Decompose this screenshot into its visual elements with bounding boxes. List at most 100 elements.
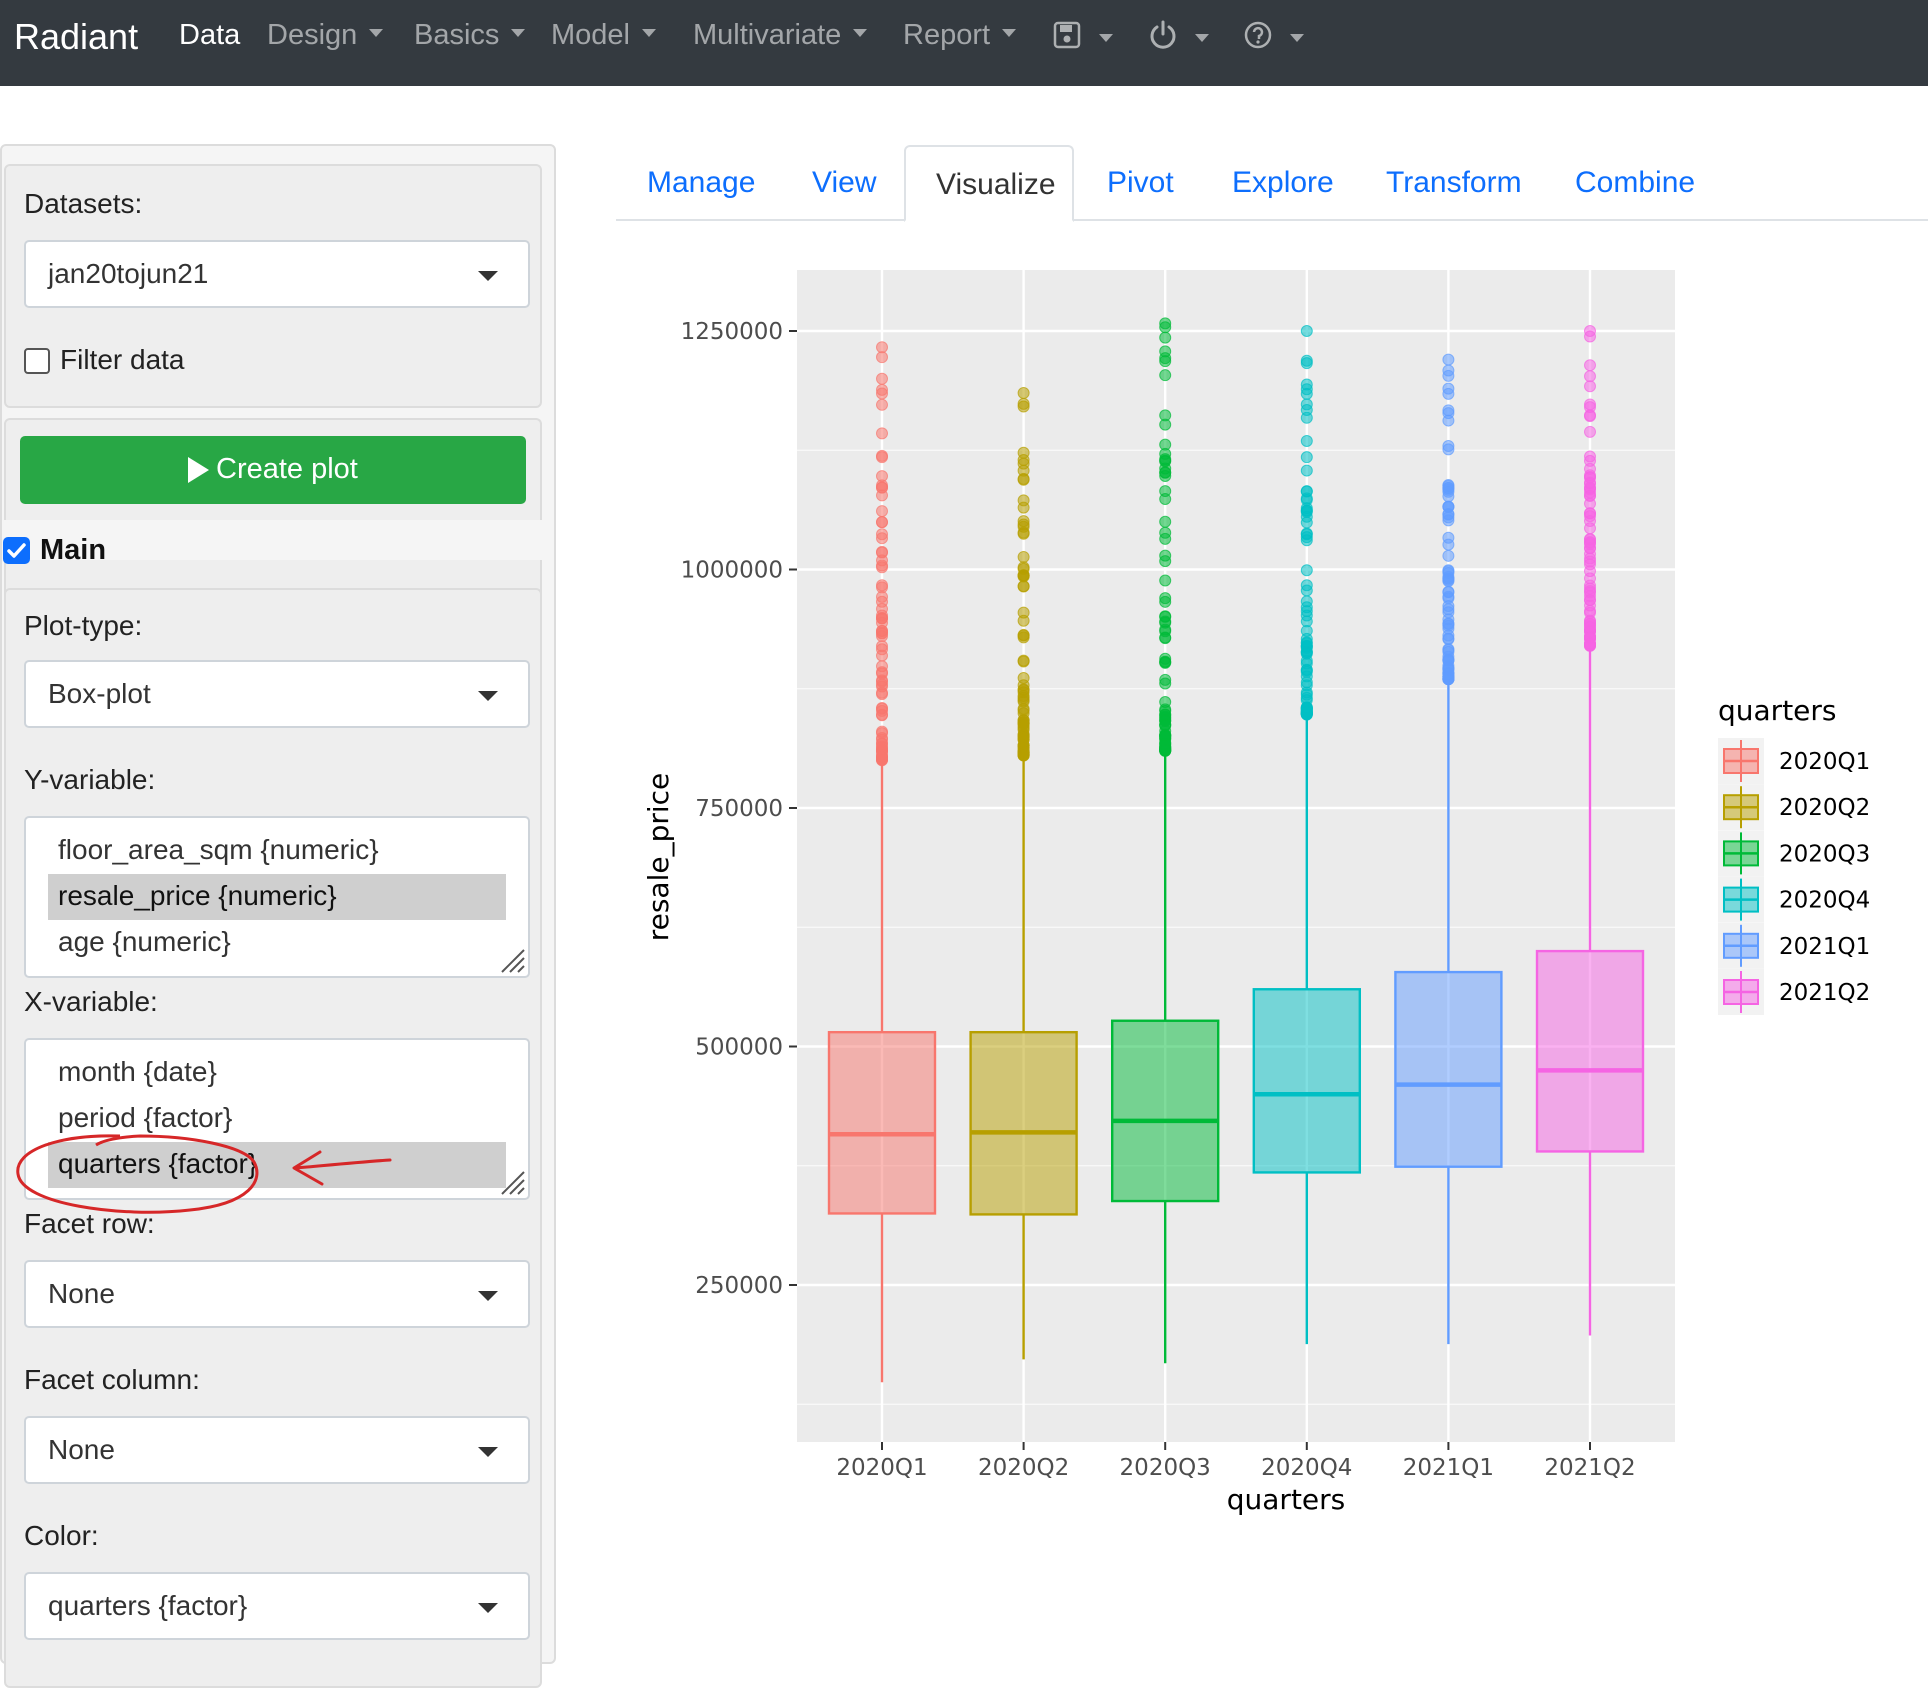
- outlier-point: [1017, 614, 1030, 627]
- outlier-max: [1017, 387, 1030, 400]
- y-tick-label: 1250000: [681, 319, 783, 345]
- outlier-point: [876, 626, 888, 639]
- outlier-point: [1017, 397, 1030, 410]
- outlier-point: [1442, 670, 1455, 683]
- outlier-point: [1159, 466, 1172, 479]
- boxplot-chart: 250000 500000 750000 1000000 1250000 2020Q1 20…: [642, 270, 1870, 1516]
- outlier-point: [1159, 485, 1172, 498]
- outlier-point: [876, 505, 888, 518]
- outlier-max: [876, 341, 888, 354]
- outlier-point: [876, 752, 888, 765]
- outlier-point: [1300, 451, 1313, 464]
- outlier-point: [1584, 637, 1596, 650]
- outlier-point: [876, 609, 888, 622]
- outlier-point: [1159, 331, 1172, 344]
- y-tick-label: 250000: [695, 1273, 783, 1299]
- outlier-point: [1159, 656, 1172, 669]
- outlier-point: [876, 479, 888, 492]
- outlier-point: [1300, 647, 1313, 660]
- outlier-point: [1300, 579, 1313, 592]
- box-2021Q2: [1535, 949, 1645, 1153]
- outlier-point: [876, 449, 888, 462]
- legend-label: 2020Q4: [1779, 888, 1870, 914]
- outlier-point: [1442, 622, 1455, 635]
- outlier-point: [1300, 516, 1313, 529]
- box-2020Q1: [827, 1030, 937, 1215]
- outlier-point: [1300, 707, 1313, 720]
- legend-label: 2020Q2: [1779, 795, 1870, 821]
- outlier-point: [1017, 464, 1030, 477]
- outlier-point: [1017, 731, 1030, 744]
- outlier-point: [1159, 515, 1172, 528]
- y-tick-label: 1000000: [681, 558, 783, 584]
- outlier-point: [1159, 352, 1172, 365]
- outlier-point: [1442, 633, 1455, 646]
- outlier-point: [1300, 676, 1313, 689]
- outlier-point: [1017, 494, 1030, 507]
- x-tick-label: 2020Q4: [1261, 1455, 1352, 1481]
- outlier-point: [1300, 387, 1313, 400]
- outlier-point: [1584, 380, 1596, 393]
- outlier-point: [1017, 693, 1030, 706]
- outlier-point: [876, 398, 888, 411]
- outlier-point: [1584, 522, 1596, 535]
- outlier-point: [1584, 410, 1596, 423]
- outlier-point: [1300, 527, 1313, 540]
- outlier-point: [1159, 623, 1172, 636]
- outlier-point: [1442, 538, 1455, 551]
- outlier-point: [1584, 558, 1596, 571]
- outlier-point: [1584, 538, 1596, 551]
- outlier-point: [1442, 603, 1455, 616]
- y-tick-label: 750000: [695, 796, 783, 822]
- outlier-point: [1442, 508, 1455, 521]
- outlier-point: [1442, 549, 1455, 562]
- outlier-point: [1442, 650, 1455, 663]
- outlier-point: [1300, 357, 1313, 370]
- outlier-point: [1584, 584, 1596, 597]
- outlier-point: [876, 372, 888, 385]
- outlier-point: [1300, 398, 1313, 411]
- outlier-max: [1159, 317, 1172, 330]
- outlier-point: [1159, 744, 1172, 757]
- outlier-point: [1017, 446, 1030, 459]
- outlier-point: [1584, 476, 1596, 489]
- legend-title: quarters: [1718, 694, 1837, 727]
- box-2020Q3: [1110, 1019, 1220, 1203]
- outlier-point: [876, 649, 888, 662]
- outlier-point: [876, 702, 888, 715]
- x-tick-label: 2020Q3: [1120, 1455, 1211, 1481]
- outlier-point: [1442, 382, 1455, 395]
- outlier-point: [1159, 555, 1172, 568]
- box-2020Q4: [1252, 988, 1362, 1174]
- outlier-point: [1017, 631, 1030, 644]
- outlier-point: [1442, 439, 1455, 452]
- outlier-point: [1159, 695, 1172, 708]
- outlier-point: [1159, 592, 1172, 605]
- box-2021Q1: [1394, 970, 1503, 1168]
- outlier-point: [1584, 497, 1596, 510]
- outlier-point: [876, 686, 888, 699]
- x-tick-label: 2020Q2: [978, 1455, 1069, 1481]
- outlier-point: [1300, 464, 1313, 477]
- outlier-point: [1017, 520, 1030, 533]
- outlier-point: [1584, 398, 1596, 411]
- outlier-point: [876, 427, 888, 440]
- outlier-point: [1584, 621, 1596, 634]
- outlier-max: [1300, 325, 1313, 337]
- outlier-point: [1300, 564, 1313, 577]
- outlier-point: [876, 532, 888, 545]
- outlier-point: [1300, 485, 1313, 498]
- outlier-point: [876, 554, 888, 567]
- outlier-point: [1442, 483, 1455, 496]
- outlier-point: [1584, 359, 1596, 372]
- outlier-point: [1442, 364, 1455, 377]
- legend-label: 2021Q1: [1779, 934, 1870, 960]
- outlier-point: [1159, 574, 1172, 587]
- outlier-point: [1300, 637, 1313, 650]
- outlier-point: [1017, 655, 1030, 668]
- outlier-point: [1159, 532, 1172, 545]
- legend-label: 2021Q2: [1779, 980, 1870, 1006]
- box-2020Q2: [969, 1030, 1078, 1216]
- outlier-point: [1017, 550, 1030, 563]
- outlier-point: [876, 383, 888, 396]
